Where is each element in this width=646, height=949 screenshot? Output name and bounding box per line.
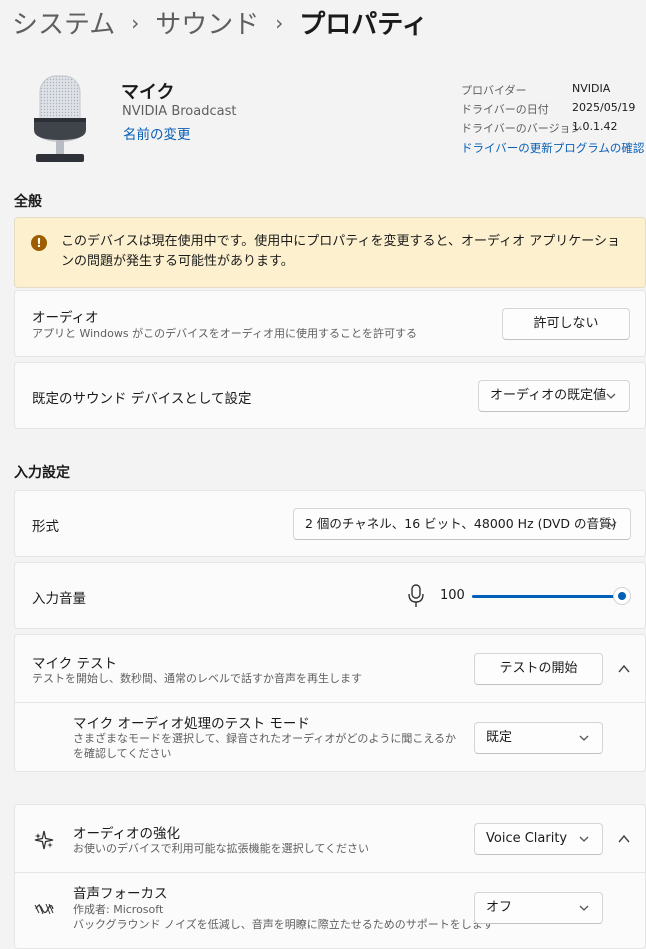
volume-value: 100 <box>440 588 465 603</box>
provider-value: NVIDIA <box>572 82 611 95</box>
audio-enhancements-card: オーディオの強化 お使いのデバイスで利用可能な拡張機能を選択してください Voi… <box>14 804 646 949</box>
format-title: 形式 <box>32 519 59 535</box>
enhancements-title: オーディオの強化 <box>73 826 181 842</box>
mic-test-title: マイク テスト <box>32 656 118 672</box>
format-dropdown[interactable]: 2 個のチャネル、16 ビット、48000 Hz (DVD の音質) <box>293 508 631 540</box>
driver-version-label: ドライバーのバージョン <box>461 122 582 135</box>
divider <box>15 702 645 703</box>
sparkle-icon <box>34 830 54 850</box>
chevron-down-icon <box>606 393 616 399</box>
chevron-up-icon[interactable] <box>617 832 631 846</box>
in-use-warning: ! このデバイスは現在使用中です。使用中にプロパティを変更すると、オーディオ ア… <box>14 217 646 288</box>
enhancements-value: Voice Clarity <box>486 831 568 846</box>
audio-permission-card: オーディオ アプリと Windows がこのデバイスをオーディオ用に使用すること… <box>14 290 646 357</box>
mic-test-card: マイク テスト テストを開始し、数秒間、通常のレベルで話すか音声を再生します テ… <box>14 634 646 772</box>
audio-desc: アプリと Windows がこのデバイスをオーディオ用に使用することを許可する <box>32 327 417 340</box>
driver-date-value: 2025/05/19 <box>572 101 636 114</box>
volume-slider-track[interactable] <box>472 595 622 598</box>
test-mode-desc: さまざまなモードを選択して、録音されたオーディオがどのように聞こえるかを確認して… <box>73 732 457 760</box>
warning-text: このデバイスは現在使用中です。使用中にプロパティを変更すると、オーディオ アプリ… <box>61 234 620 269</box>
default-device-card: 既定のサウンド デバイスとして設定 オーディオの既定値 <box>14 362 646 429</box>
input-heading: 入力設定 <box>14 465 70 481</box>
general-heading: 全般 <box>14 194 42 210</box>
format-value: 2 個のチャネル、16 ビット、48000 Hz (DVD の音質) <box>305 516 617 531</box>
volume-slider-thumb[interactable] <box>613 587 631 605</box>
start-test-button[interactable]: テストの開始 <box>474 653 603 685</box>
volume-slider-fill <box>472 595 622 598</box>
mic-test-desc: テストを開始し、数秒間、通常のレベルで話すか音声を再生します <box>32 672 362 685</box>
chevron-right-icon: › <box>275 11 284 35</box>
voice-focus-desc: バックグラウンド ノイズを低減し、音声を明瞭に際立たせるためのサポートをします <box>73 918 494 931</box>
divider <box>15 872 645 873</box>
page-title: プロパティ <box>299 10 428 40</box>
chevron-down-icon <box>579 836 589 842</box>
chevron-up-icon[interactable] <box>617 662 631 676</box>
test-mode-value: 既定 <box>486 730 513 745</box>
driver-date-label: ドライバーの日付 <box>461 103 549 116</box>
breadcrumb-sound[interactable]: サウンド <box>155 10 259 40</box>
breadcrumb-system[interactable]: システム <box>12 10 115 40</box>
enhancements-desc: お使いのデバイスで利用可能な拡張機能を選択してください <box>73 842 370 855</box>
rename-link[interactable]: 名前の変更 <box>123 123 191 143</box>
test-mode-dropdown[interactable]: 既定 <box>474 722 603 754</box>
driver-update-link[interactable]: ドライバーの更新プログラムの確認 <box>461 140 644 156</box>
input-volume-card: 入力音量 100 <box>14 562 646 629</box>
microphone-icon <box>34 75 86 162</box>
disallow-button[interactable]: 許可しない <box>502 308 630 340</box>
breadcrumb: システム › サウンド › プロパティ <box>12 4 428 41</box>
default-device-dropdown[interactable]: オーディオの既定値 <box>478 380 630 412</box>
chevron-down-icon <box>579 735 589 741</box>
format-card: 形式 2 個のチャネル、16 ビット、48000 Hz (DVD の音質) <box>14 490 646 557</box>
voice-focus-title: 音声フォーカス <box>73 886 168 902</box>
chevron-down-icon <box>579 905 589 911</box>
test-mode-title: マイク オーディオ処理のテスト モード <box>73 716 310 732</box>
enhancements-dropdown[interactable]: Voice Clarity <box>474 823 603 855</box>
voice-focus-icon <box>34 903 54 915</box>
microphone-icon[interactable] <box>407 584 425 608</box>
device-subtitle: NVIDIA Broadcast <box>122 104 237 119</box>
default-device-title: 既定のサウンド デバイスとして設定 <box>32 391 252 407</box>
default-device-value: オーディオの既定値 <box>490 388 607 403</box>
device-name: マイク <box>121 82 175 103</box>
input-volume-title: 入力音量 <box>32 591 86 607</box>
chevron-right-icon: › <box>131 11 140 35</box>
voice-focus-value: オフ <box>486 900 513 915</box>
voice-focus-author: 作成者: Microsoft <box>73 903 164 916</box>
warning-icon: ! <box>31 235 47 251</box>
chevron-down-icon <box>607 521 617 527</box>
driver-version-value: 1.0.1.42 <box>572 120 618 133</box>
voice-focus-dropdown[interactable]: オフ <box>474 892 603 924</box>
provider-label: プロバイダー <box>461 84 527 97</box>
audio-title: オーディオ <box>32 310 99 326</box>
